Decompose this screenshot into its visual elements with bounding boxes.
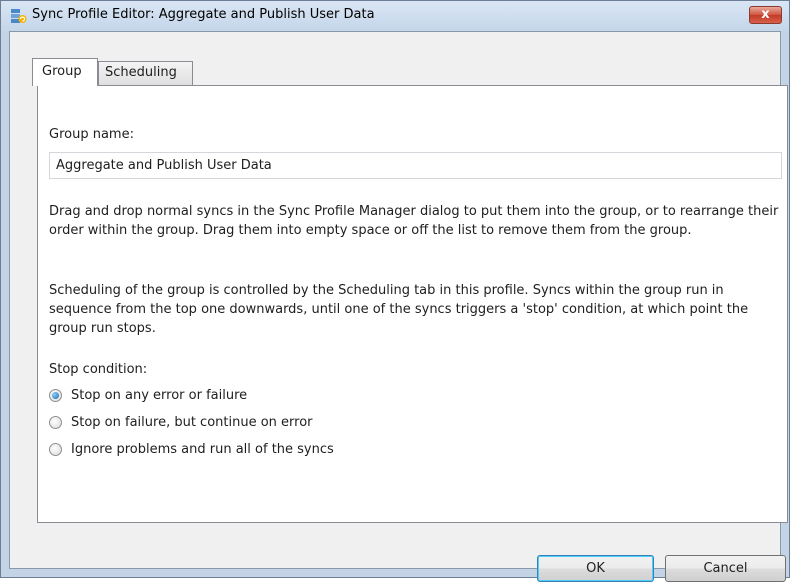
radio-label[interactable]: Stop on any error or failure <box>71 386 247 406</box>
close-button[interactable]: x <box>749 6 782 24</box>
group-description: Drag and drop normal syncs in the Sync P… <box>49 204 779 238</box>
group-name-label: Group name: <box>49 127 134 142</box>
group-name-input[interactable] <box>49 152 782 179</box>
tab-scheduling[interactable]: Scheduling <box>98 61 193 86</box>
window-title: Sync Profile Editor: Aggregate and Publi… <box>32 7 375 22</box>
radio-button[interactable] <box>49 443 62 456</box>
stop-condition-label: Stop condition: <box>49 362 148 377</box>
close-icon: x <box>761 7 770 22</box>
radio-button[interactable] <box>49 416 62 429</box>
dialog-client-area: Group Scheduling Group name: Drag and dr… <box>9 31 788 582</box>
scheduling-description: Scheduling of the group is controlled by… <box>49 283 749 336</box>
tab-group[interactable]: Group <box>32 58 98 86</box>
group-tab-panel: Group name: Drag and drop normal syncs i… <box>37 85 788 523</box>
radio-button[interactable] <box>49 389 62 402</box>
radio-label[interactable]: Stop on failure, but continue on error <box>71 413 313 433</box>
title-bar[interactable]: Sync Profile Editor: Aggregate and Publi… <box>1 1 789 31</box>
dialog-window: Sync Profile Editor: Aggregate and Publi… <box>0 0 790 582</box>
radio-label[interactable]: Ignore problems and run all of the syncs <box>71 440 334 460</box>
sync-profile-icon <box>11 9 27 23</box>
